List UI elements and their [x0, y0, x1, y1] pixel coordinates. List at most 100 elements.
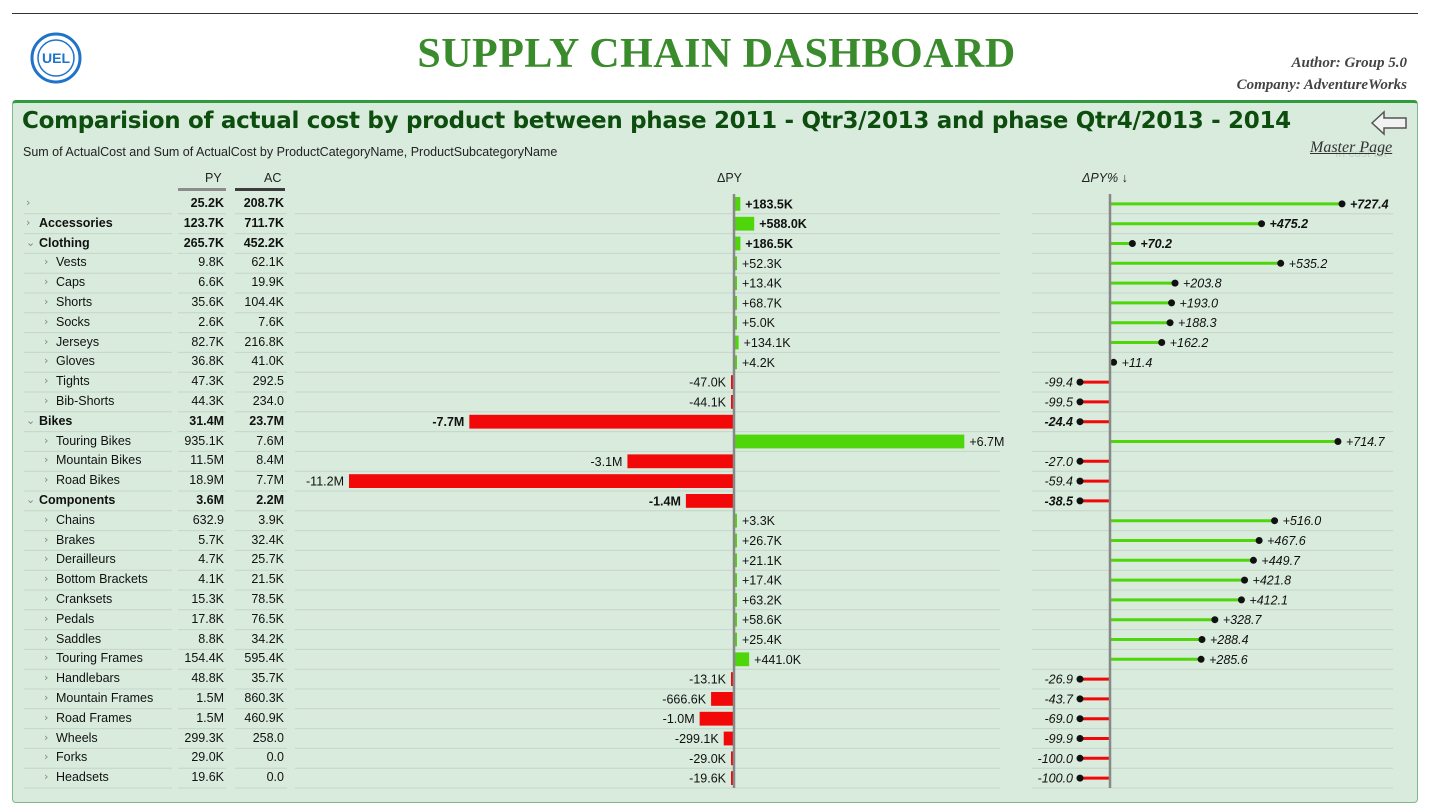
chevron-right-icon[interactable]: › — [44, 453, 48, 466]
ac-value: 711.7K — [244, 215, 284, 230]
py-value: 299.3K — [184, 730, 224, 745]
ac-value: 23.7M — [249, 413, 284, 428]
master-page-link[interactable]: Master Page — [1310, 139, 1392, 157]
back-arrow-icon[interactable] — [1370, 110, 1408, 136]
category-label[interactable]: Accessories — [39, 216, 113, 230]
subcategory-label[interactable]: Socks — [56, 315, 90, 329]
subcategory-label[interactable]: Wheels — [56, 731, 98, 745]
subcategory-label[interactable]: Mountain Bikes — [56, 453, 141, 467]
ac-value: 216.8K — [244, 334, 284, 349]
top-divider — [12, 13, 1418, 14]
ac-value: 7.6K — [258, 314, 284, 329]
chevron-right-icon[interactable]: › — [44, 731, 48, 744]
subcategory-label[interactable]: Road Bikes — [56, 473, 120, 487]
py-value: 17.8K — [191, 611, 224, 626]
subcategory-label[interactable]: Jerseys — [56, 335, 99, 349]
column-header-ac[interactable]: AC — [264, 171, 281, 185]
column-header-py[interactable]: PY — [205, 171, 222, 185]
py-value: 25.2K — [190, 196, 224, 210]
category-label[interactable]: Clothing — [39, 236, 90, 250]
subcategory-label[interactable]: Forks — [56, 750, 87, 764]
subcategory-label[interactable]: Chains — [56, 513, 95, 527]
chevron-right-icon[interactable]: › — [44, 354, 48, 367]
py-value: 632.9 — [192, 512, 224, 527]
ac-header-bar — [235, 188, 285, 191]
chevron-right-icon[interactable]: › — [44, 711, 48, 724]
ac-value: 8.4M — [256, 453, 284, 468]
py-value: 18.9M — [189, 473, 224, 488]
subcategory-label[interactable]: Derailleurs — [56, 552, 116, 566]
ac-value: 460.9K — [244, 710, 284, 725]
chevron-down-icon[interactable]: ⌄ — [26, 493, 35, 506]
py-value: 8.8K — [198, 631, 224, 646]
subcategory-label[interactable]: Touring Frames — [56, 651, 143, 665]
chevron-right-icon[interactable]: › — [26, 196, 30, 209]
chevron-right-icon[interactable]: › — [44, 671, 48, 684]
py-value: 29.0K — [191, 750, 224, 765]
chevron-right-icon[interactable]: › — [44, 275, 48, 288]
ac-value: 34.2K — [251, 631, 284, 646]
chevron-right-icon[interactable]: › — [44, 374, 48, 387]
ac-value: 41.0K — [251, 354, 284, 369]
ac-value: 35.7K — [251, 671, 284, 686]
chevron-right-icon[interactable]: › — [44, 533, 48, 546]
py-value: 19.6K — [191, 770, 224, 785]
chevron-right-icon[interactable]: › — [44, 255, 48, 268]
chevron-right-icon[interactable]: › — [44, 651, 48, 664]
chevron-right-icon[interactable]: › — [44, 473, 48, 486]
chevron-right-icon[interactable]: › — [44, 335, 48, 348]
py-value: 9.8K — [198, 255, 224, 270]
subcategory-label[interactable]: Brakes — [56, 533, 95, 547]
subcategory-label[interactable]: Tights — [56, 374, 90, 388]
dashboard-title: SUPPLY CHAIN DASHBOARD — [417, 31, 1016, 77]
chevron-right-icon[interactable]: › — [44, 394, 48, 407]
chevron-down-icon[interactable]: ⌄ — [26, 236, 35, 249]
subcategory-label[interactable]: Saddles — [56, 632, 101, 646]
chevron-right-icon[interactable]: › — [44, 592, 48, 605]
subcategory-label[interactable]: Gloves — [56, 354, 95, 368]
ac-value: 595.4K — [244, 651, 284, 666]
subcategory-label[interactable]: Cranksets — [56, 592, 112, 606]
subcategory-label[interactable]: Caps — [56, 275, 85, 289]
ac-value: 19.9K — [251, 275, 284, 290]
category-label[interactable]: Components — [39, 493, 115, 507]
chevron-right-icon[interactable]: › — [44, 612, 48, 625]
chevron-right-icon[interactable]: › — [44, 315, 48, 328]
py-value: 1.5M — [196, 710, 224, 725]
py-value: 5.7K — [198, 532, 224, 547]
py-value: 11.5M — [190, 453, 224, 468]
subcategory-label[interactable]: Headsets — [56, 770, 109, 784]
chevron-right-icon[interactable]: › — [44, 572, 48, 585]
ac-value: 0.0 — [266, 750, 284, 765]
chevron-right-icon[interactable]: › — [44, 691, 48, 704]
chevron-right-icon[interactable]: › — [44, 552, 48, 565]
ac-value: 25.7K — [251, 552, 284, 567]
subcategory-label[interactable]: Bib-Shorts — [56, 394, 114, 408]
subcategory-label[interactable]: Vests — [56, 255, 87, 269]
column-header-dpy[interactable]: ΔPY — [717, 171, 742, 185]
ac-value: 7.6M — [256, 433, 284, 448]
chevron-right-icon[interactable]: › — [44, 632, 48, 645]
subcategory-label[interactable]: Shorts — [56, 295, 92, 309]
subcategory-label[interactable]: Handlebars — [56, 671, 120, 685]
chevron-right-icon[interactable]: › — [44, 513, 48, 526]
py-value: 48.8K — [191, 671, 224, 686]
py-value: 6.6K — [198, 275, 224, 290]
subcategory-label[interactable]: Mountain Frames — [56, 691, 153, 705]
subcategory-label[interactable]: Touring Bikes — [56, 434, 131, 448]
category-label[interactable]: Bikes — [39, 414, 72, 428]
chevron-right-icon[interactable]: › — [44, 295, 48, 308]
py-value: 15.3K — [191, 592, 224, 606]
subcategory-label[interactable]: Pedals — [56, 612, 94, 626]
author-info: Author: Group 5.0 Company: AdventureWork… — [1237, 52, 1407, 96]
chevron-down-icon[interactable]: ⌄ — [26, 414, 35, 427]
chevron-right-icon[interactable]: › — [44, 750, 48, 763]
chevron-right-icon[interactable]: › — [26, 216, 30, 229]
subcategory-label[interactable]: Bottom Brackets — [56, 572, 148, 586]
chevron-right-icon[interactable]: › — [44, 434, 48, 447]
chevron-right-icon[interactable]: › — [44, 770, 48, 783]
column-header-dpy-percent[interactable]: ΔPY% ↓ — [1082, 171, 1128, 185]
py-value: 47.3K — [191, 374, 224, 389]
py-value: 2.6K — [198, 314, 224, 329]
subcategory-label[interactable]: Road Frames — [56, 711, 132, 725]
